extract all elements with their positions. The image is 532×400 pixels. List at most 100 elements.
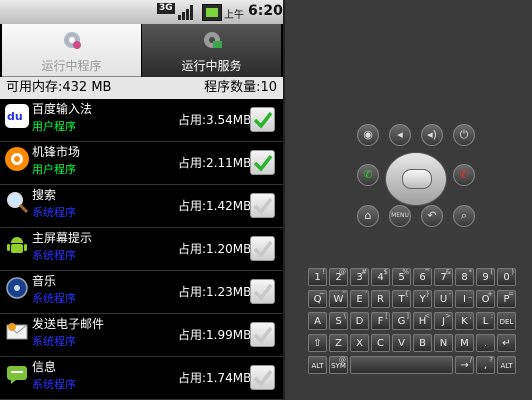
home-icon[interactable]: ⌂ (357, 205, 379, 227)
list-item[interactable]: 搜索 系统程序 占用:1.42MB (0, 185, 283, 228)
app-type: 系统程序 (32, 335, 76, 348)
list-item[interactable]: 音乐 系统程序 占用:1.23MB (0, 271, 283, 314)
search-icon[interactable]: ⌕ (453, 205, 475, 227)
key[interactable]: 0) (497, 268, 516, 286)
key[interactable]: 9( (476, 268, 495, 286)
tab-label: 运行中程序 (41, 59, 102, 73)
key[interactable]: Y} (413, 290, 432, 308)
key-alt-label: ' (365, 290, 367, 298)
key[interactable]: 7 & (434, 268, 453, 286)
key-label: DEL (499, 318, 514, 326)
key[interactable] (350, 356, 453, 374)
volume-up-icon[interactable]: ◂) (421, 124, 443, 146)
key[interactable]: ,? (476, 356, 495, 374)
key[interactable]: 4 $ (371, 268, 390, 286)
key[interactable]: 2 @ (329, 268, 348, 286)
key[interactable]: F[ (371, 312, 390, 330)
key-alt-label: ? (489, 356, 493, 364)
camera-icon[interactable]: ◉ (357, 124, 379, 146)
key[interactable]: 8 * (455, 268, 474, 286)
back-icon[interactable]: ↶ (421, 205, 443, 227)
key[interactable]: Z (329, 334, 348, 352)
key[interactable]: T{ (392, 290, 411, 308)
key[interactable]: G] (392, 312, 411, 330)
app-type: 系统程序 (32, 292, 76, 305)
key[interactable]: O + (476, 290, 495, 308)
key[interactable]: C (371, 334, 390, 352)
key-label: X (356, 338, 363, 349)
list-item[interactable]: 主屏幕提示 系统程序 占用:1.20MB (0, 228, 283, 271)
key[interactable]: L: (476, 312, 495, 330)
key[interactable]: B (413, 334, 432, 352)
key[interactable]: ALT (308, 356, 327, 374)
network-3g-icon: 3G (157, 3, 175, 14)
key[interactable]: X (350, 334, 369, 352)
key[interactable]: K; (455, 312, 474, 330)
key[interactable]: A (308, 312, 327, 330)
app-memory: 占用:1.99MB (178, 328, 252, 342)
call-icon[interactable]: ✆ (357, 164, 379, 186)
key-alt-label: \ (343, 312, 346, 320)
key[interactable]: M (455, 334, 474, 352)
key[interactable]: D (350, 312, 369, 330)
key[interactable]: 6 ^ (413, 268, 432, 286)
select-checkbox[interactable] (250, 193, 275, 218)
key[interactable]: 5% (392, 268, 411, 286)
tab-running-programs[interactable]: 运行中程序 (2, 24, 141, 77)
key[interactable]: E ' (350, 290, 369, 308)
list-item[interactable]: 发送电子邮件 系统程序 占用:1.99MB (0, 314, 283, 357)
key[interactable]: 1! (308, 268, 327, 286)
key[interactable]: Q ~ (308, 290, 327, 308)
end-call-icon[interactable]: ✆ (453, 164, 475, 186)
key[interactable]: I _ (455, 290, 474, 308)
key[interactable]: ↵ (497, 334, 516, 352)
key[interactable]: H < (413, 312, 432, 330)
key[interactable]: J > (434, 312, 453, 330)
app-type: 系统程序 (32, 206, 76, 219)
key[interactable]: 3 # (350, 268, 369, 286)
tab-running-services[interactable]: 运行中服务 (142, 24, 281, 77)
key-label: I (463, 294, 466, 305)
process-count: 程序数量:10 (204, 80, 277, 95)
key[interactable]: DEL (497, 312, 516, 330)
key[interactable]: U- (434, 290, 453, 308)
key-label: D (355, 316, 364, 327)
android-icon (5, 233, 29, 257)
key[interactable]: ALT (497, 356, 516, 374)
key[interactable]: → / (455, 356, 474, 374)
volume-down-icon[interactable]: ◂ (389, 124, 411, 146)
key-label: → (460, 360, 469, 371)
dpad-center-button[interactable] (402, 169, 432, 189)
list-item[interactable]: 信息 系统程序 占用:1.74MB (0, 357, 283, 400)
gear-icon (203, 32, 222, 48)
key[interactable]: ⇧ (308, 334, 327, 352)
gear-icon (63, 32, 81, 49)
key[interactable]: . (476, 334, 495, 352)
dpad[interactable] (385, 152, 447, 206)
list-item[interactable]: 机锋市场 用户程序 占用:2.11MB (0, 142, 283, 185)
select-checkbox[interactable] (250, 236, 275, 261)
key[interactable]: N (434, 334, 453, 352)
battery-icon (202, 4, 222, 21)
list-item[interactable]: du 百度输入法 用户程序 占用:3.54MB (0, 99, 283, 142)
key[interactable]: W " (329, 290, 348, 308)
key[interactable]: R (371, 290, 390, 308)
power-icon[interactable]: ⏻ (453, 124, 475, 146)
select-checkbox[interactable] (250, 150, 275, 175)
select-checkbox[interactable] (250, 279, 275, 304)
select-checkbox[interactable] (250, 107, 275, 132)
key-alt-label: = (508, 290, 514, 298)
app-memory: 占用:1.74MB (178, 371, 252, 385)
key[interactable]: P = (497, 290, 516, 308)
app-name: 信息 (32, 360, 57, 374)
key-alt-label: < (424, 312, 430, 320)
key-alt-label: ~ (319, 290, 325, 298)
memory-summary: 可用内存:432 MB 程序数量:10 (0, 77, 283, 99)
key[interactable]: SYM @ (329, 356, 348, 374)
key[interactable]: S \ (329, 312, 348, 330)
select-checkbox[interactable] (250, 322, 275, 347)
key[interactable]: V (392, 334, 411, 352)
menu-button[interactable]: MENU (389, 205, 411, 227)
key-alt-label: * (468, 268, 473, 276)
select-checkbox[interactable] (250, 365, 275, 390)
